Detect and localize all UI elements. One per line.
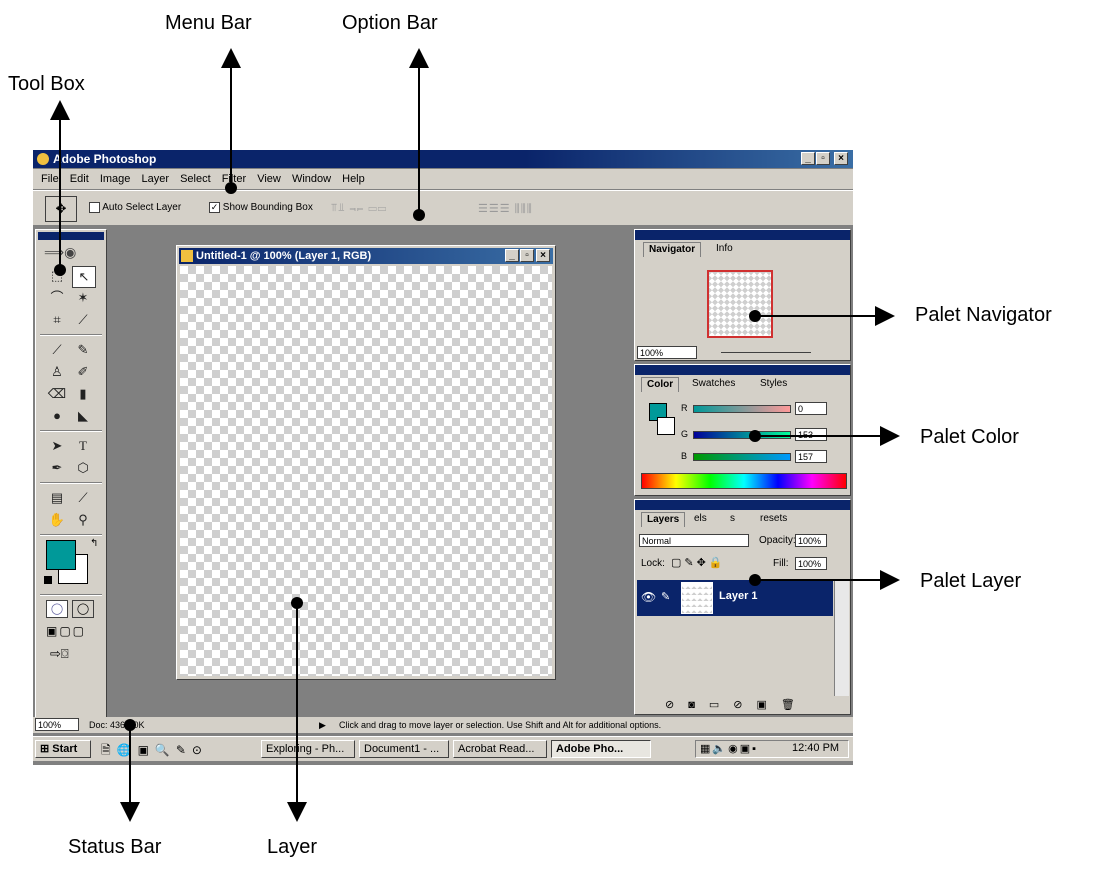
dot-palet-color <box>749 430 761 442</box>
dot-status-bar <box>124 719 136 731</box>
dot-option-bar <box>413 209 425 221</box>
dot-menu-bar <box>225 182 237 194</box>
dot-tool-box <box>54 264 66 276</box>
dot-layer <box>291 597 303 609</box>
annotation-arrows <box>50 48 900 822</box>
dot-palet-navigator <box>749 310 761 322</box>
dot-palet-layer <box>749 574 761 586</box>
